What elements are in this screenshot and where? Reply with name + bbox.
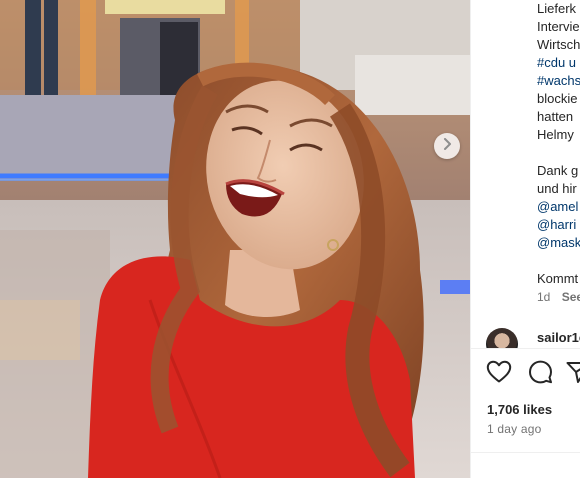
caption-line: blockie [537,91,578,106]
panel-divider [470,0,471,478]
caption-meta: 1d See [537,290,580,304]
chevron-right-icon [442,137,452,155]
heart-icon[interactable] [486,360,512,389]
photo-illustration [0,0,470,478]
next-photo-button[interactable] [434,133,460,159]
caption-line: Dank g [537,163,579,178]
hashtag-link[interactable]: #cdu u [537,54,580,72]
mention-link[interactable]: @amel [537,198,580,216]
caption-time: 1d [537,290,551,304]
avatar[interactable] [486,328,518,348]
hashtag-link[interactable]: #wachs [537,72,580,90]
likes-count[interactable]: 1,706 likes [487,402,552,417]
send-icon[interactable] [566,360,580,389]
comment-username[interactable]: sailor1e [537,330,580,345]
caption-line: Helmy [537,127,574,142]
caption-gap [537,252,580,270]
caption-line: und hir [537,181,577,196]
post-photo [0,0,470,478]
mention-link[interactable]: @mask [537,234,580,252]
caption-line: Kommt [537,271,579,286]
see-translation-link[interactable]: See [562,290,580,304]
caption-line: Wirtsch [537,37,580,52]
caption-gap [537,144,580,162]
post-caption: Lieferk Intervie Wirtsch #cdu u #wachs b… [537,0,580,288]
post-timestamp[interactable]: 1 day ago [487,422,542,436]
comment-icon[interactable] [527,360,553,389]
mention-link[interactable]: @harri [537,216,580,234]
actions-divider [471,348,580,349]
caption-line: hatten [537,109,574,124]
comment-bar-divider [471,452,580,453]
caption-line: Lieferk [537,1,577,16]
caption-line: Intervie [537,19,580,34]
comment-row: sailor1e [486,326,580,348]
